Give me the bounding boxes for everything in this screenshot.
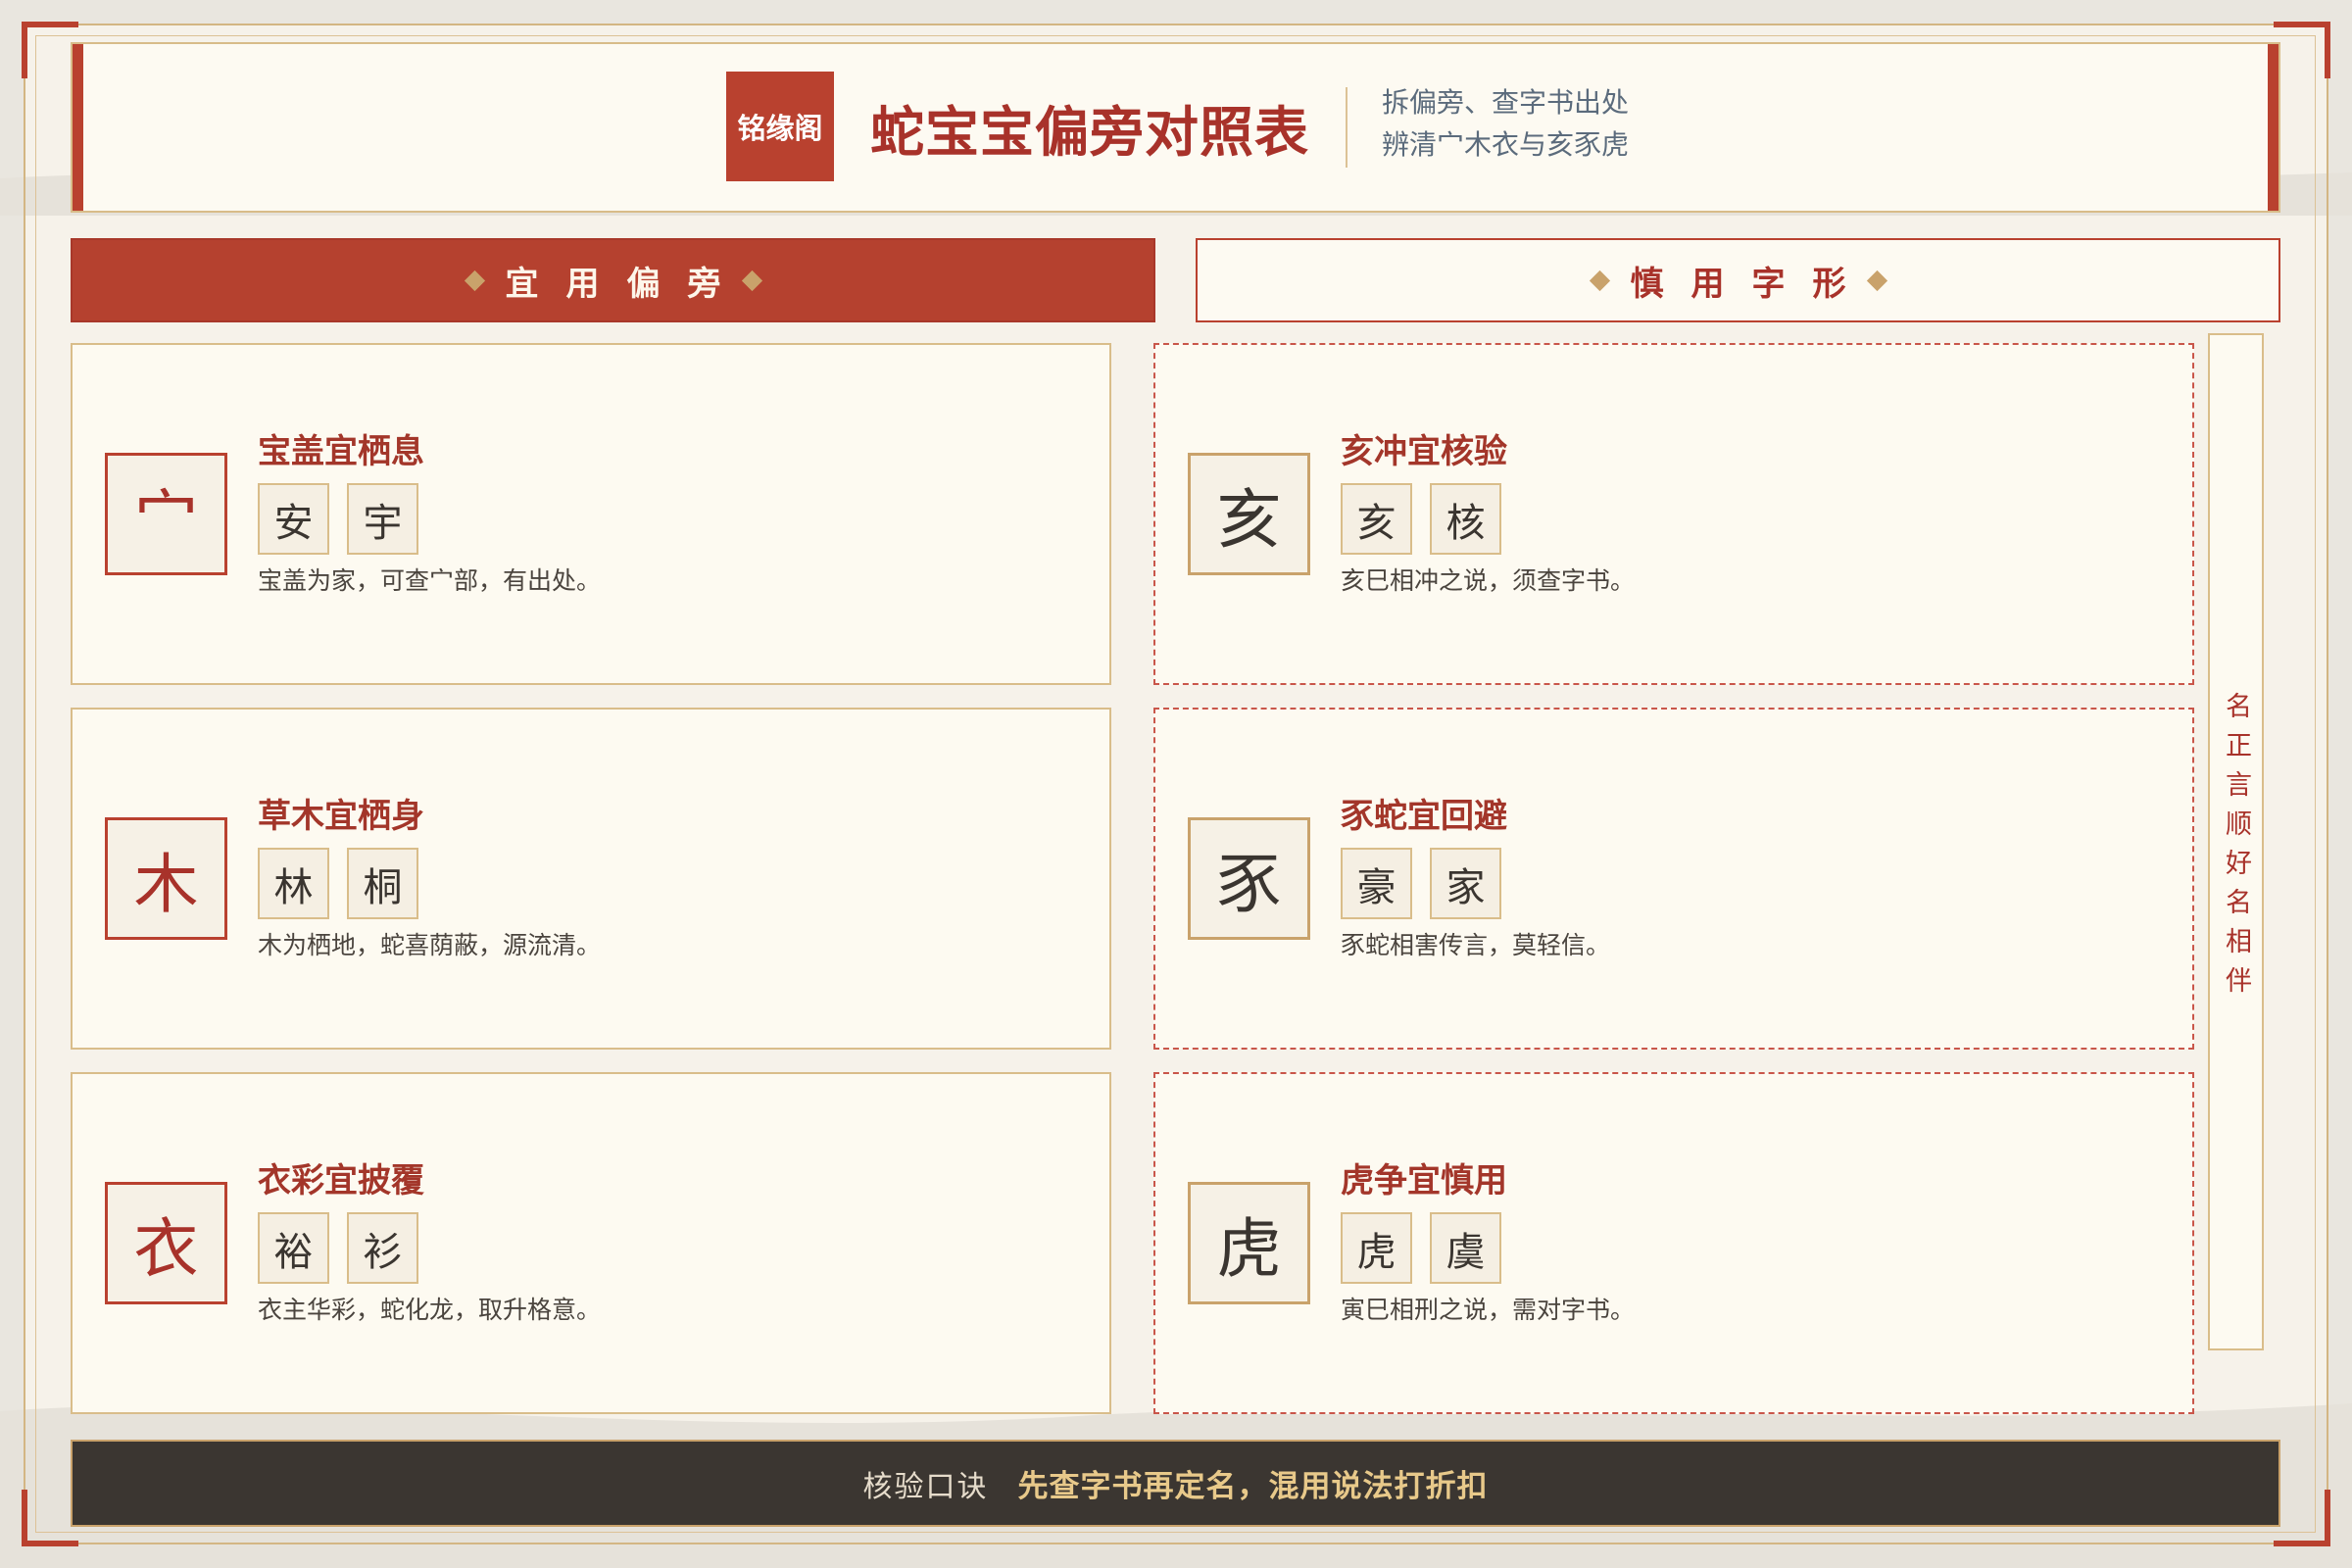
card-title: 衣彩宜披覆 <box>258 1161 424 1200</box>
example-character: 宇 <box>347 483 418 555</box>
recommended-card: 宀 宝盖宜栖息 安 宇 宝盖为家，可查宀部，有出处。 <box>71 343 1111 685</box>
character-glyph: 亥 <box>1188 453 1310 575</box>
card-info: 衣彩宜披覆 裕 衫 衣主华彩，蛇化龙，取升格意。 <box>258 1161 601 1325</box>
header-divider <box>1346 87 1348 168</box>
page-subtitle: 拆偏旁、查字书出处 辨清宀木衣与亥豕虎 <box>1382 81 1629 166</box>
card-title: 宝盖宜栖息 <box>258 432 424 471</box>
card-description: 亥巳相冲之说，须查字书。 <box>1341 566 1636 595</box>
section-label: 慎用字形 <box>1630 264 1874 304</box>
example-character: 虞 <box>1430 1212 1501 1284</box>
example-characters: 安 宇 <box>258 483 601 555</box>
card-title: 草木宜栖身 <box>258 797 424 836</box>
page-title: 蛇宝宝偏旁对照表 <box>870 100 1310 164</box>
recommended-card: 木 草木宜栖身 林 桐 木为栖地，蛇喜荫蔽，源流清。 <box>71 708 1111 1050</box>
subtitle-line: 辨清宀木衣与亥豕虎 <box>1382 128 1630 161</box>
brand-logo: 铭缘阁 <box>726 72 834 181</box>
example-character: 核 <box>1430 483 1501 555</box>
card-title: 亥冲宜核验 <box>1341 432 1507 471</box>
example-characters: 裕 衫 <box>258 1212 601 1284</box>
example-character: 桐 <box>347 848 418 919</box>
example-characters: 虎 虞 <box>1341 1212 1635 1284</box>
example-character: 豪 <box>1341 848 1412 919</box>
page-header: 铭缘阁 蛇宝宝偏旁对照表 拆偏旁、查字书出处 辨清宀木衣与亥豕虎 <box>71 42 2280 213</box>
example-characters: 林 桐 <box>258 848 601 919</box>
card-description: 衣主华彩，蛇化龙，取升格意。 <box>258 1296 602 1324</box>
card-info: 亥冲宜核验 亥 核 亥巳相冲之说，须查字书。 <box>1341 432 1635 596</box>
example-character: 裕 <box>258 1212 329 1284</box>
side-note-text: 名正言顺好名相伴 <box>2221 691 2251 1005</box>
side-note-panel: 名正言顺好名相伴 <box>2208 333 2264 1350</box>
card-title: 虎争宜慎用 <box>1341 1161 1507 1200</box>
header-accent-bar-left <box>73 44 83 211</box>
card-description: 豕蛇相害传言，莫轻信。 <box>1341 931 1611 959</box>
card-description: 宝盖为家，可查宀部，有出处。 <box>258 566 602 595</box>
corner-ornament-bottom-right <box>2274 1490 2330 1546</box>
corner-ornament-top-right <box>2274 22 2330 78</box>
header-accent-bar-right <box>2268 44 2278 211</box>
character-glyph: 虎 <box>1188 1182 1310 1304</box>
example-characters: 豪 家 <box>1341 848 1610 919</box>
card-info: 虎争宜慎用 虎 虞 寅巳相刑之说，需对字书。 <box>1341 1161 1635 1325</box>
character-glyph: 豕 <box>1188 817 1310 940</box>
example-character: 虎 <box>1341 1212 1412 1284</box>
example-character: 林 <box>258 848 329 919</box>
radical-glyph: 木 <box>105 817 227 940</box>
card-description: 寅巳相刑之说，需对字书。 <box>1341 1296 1636 1324</box>
caution-card: 虎 虎争宜慎用 虎 虞 寅巳相刑之说，需对字书。 <box>1153 1072 2194 1414</box>
example-characters: 亥 核 <box>1341 483 1635 555</box>
card-info: 草木宜栖身 林 桐 木为栖地，蛇喜荫蔽，源流清。 <box>258 797 601 960</box>
radical-glyph: 宀 <box>105 453 227 575</box>
card-info: 豕蛇宜回避 豪 家 豕蛇相害传言，莫轻信。 <box>1341 797 1610 960</box>
section-header-caution: 慎用字形 <box>1196 238 2280 322</box>
footer-bar: 核验口诀 先查字书再定名，混用说法打折扣 <box>71 1440 2280 1527</box>
card-info: 宝盖宜栖息 安 宇 宝盖为家，可查宀部，有出处。 <box>258 432 601 596</box>
footer-label: 核验口诀 <box>862 1469 989 1504</box>
footer-motto: 先查字书再定名，混用说法打折扣 <box>1017 1469 1489 1504</box>
subtitle-line: 拆偏旁、查字书出处 <box>1382 86 1630 119</box>
radical-glyph: 衣 <box>105 1182 227 1304</box>
card-description: 木为栖地，蛇喜荫蔽，源流清。 <box>258 931 602 959</box>
example-character: 安 <box>258 483 329 555</box>
example-character: 亥 <box>1341 483 1412 555</box>
section-label: 宜用偏旁 <box>505 264 749 304</box>
diamond-icon <box>464 270 485 291</box>
caution-card: 亥 亥冲宜核验 亥 核 亥巳相冲之说，须查字书。 <box>1153 343 2194 685</box>
caution-card: 豕 豕蛇宜回避 豪 家 豕蛇相害传言，莫轻信。 <box>1153 708 2194 1050</box>
card-title: 豕蛇宜回避 <box>1341 797 1507 836</box>
diamond-icon <box>1589 270 1610 291</box>
recommended-card: 衣 衣彩宜披覆 裕 衫 衣主华彩，蛇化龙，取升格意。 <box>71 1072 1111 1414</box>
example-character: 家 <box>1430 848 1501 919</box>
example-character: 衫 <box>347 1212 418 1284</box>
section-header-recommended: 宜用偏旁 <box>71 238 1155 322</box>
